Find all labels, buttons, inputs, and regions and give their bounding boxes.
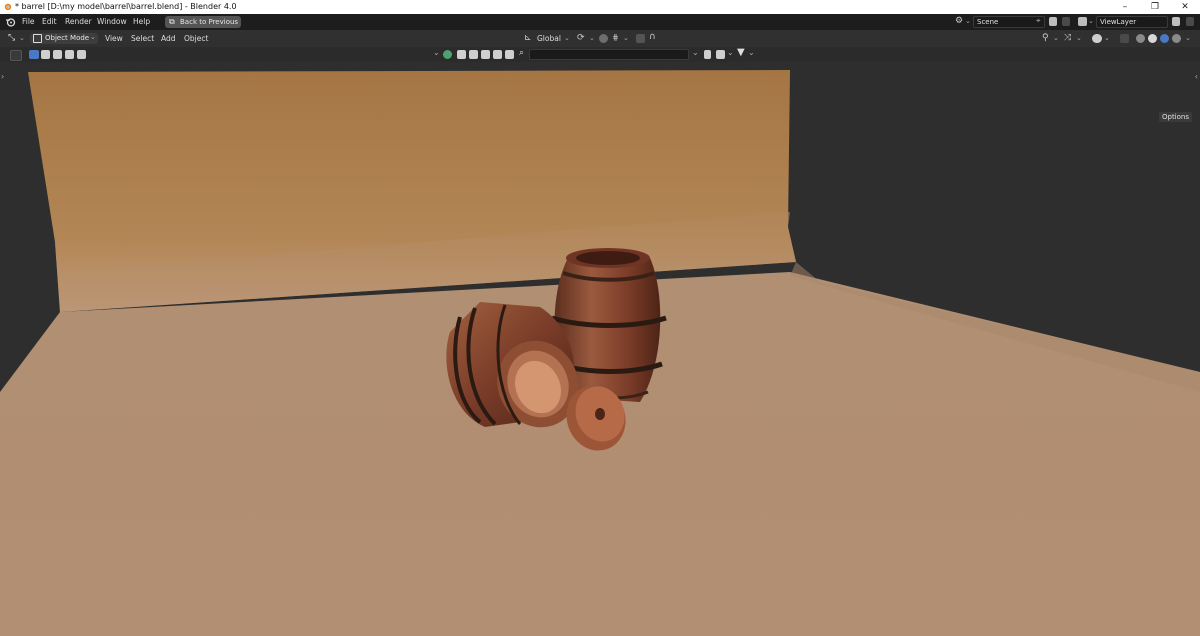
snap-chevron-icon[interactable]: ⌄ bbox=[623, 34, 629, 42]
visibility-icon[interactable]: ⚲ bbox=[1042, 33, 1049, 43]
header-menu-view[interactable]: View bbox=[105, 34, 123, 43]
select-extend-icon[interactable] bbox=[41, 50, 50, 59]
filter-light-icon[interactable] bbox=[493, 50, 502, 59]
scene-dropdown-chevron-icon[interactable]: ⌄ bbox=[965, 17, 971, 25]
viewport-header: ⤡ ⌄ Object Mode ⌄ View Select Add Object… bbox=[0, 30, 1200, 47]
filter-camera-icon[interactable] bbox=[481, 50, 490, 59]
search-options-chevron-icon[interactable]: ⌄ bbox=[692, 48, 699, 57]
rendered-shading-icon[interactable] bbox=[1172, 34, 1181, 43]
wireframe-shading-icon[interactable] bbox=[1136, 34, 1145, 43]
scene-icon[interactable]: ⚙ bbox=[955, 16, 963, 26]
maximize-button[interactable]: ❐ bbox=[1140, 0, 1170, 14]
overlays-icon[interactable] bbox=[1092, 34, 1102, 43]
blender-menu-icon[interactable] bbox=[5, 17, 16, 27]
back-to-previous-label: Back to Previous bbox=[180, 18, 239, 26]
viewport-scene[interactable] bbox=[0, 62, 1200, 636]
overlays-chevron-icon[interactable]: ⌄ bbox=[1104, 34, 1110, 42]
snap-target-icon[interactable]: ⋕ bbox=[612, 33, 619, 42]
new-view-layer-icon[interactable] bbox=[1172, 17, 1180, 26]
filter-chevron-icon[interactable]: ⌄ bbox=[433, 48, 440, 57]
editor-type-chevron-icon[interactable]: ⌄ bbox=[19, 34, 25, 42]
search-icon: ⌕ bbox=[519, 48, 525, 58]
menu-file[interactable]: File bbox=[22, 17, 35, 26]
minimize-button[interactable]: – bbox=[1110, 0, 1140, 14]
filter-funnel-chevron-icon[interactable]: ⌄ bbox=[748, 48, 755, 57]
filter-object-icon[interactable] bbox=[457, 50, 466, 59]
pivot-chevron-icon[interactable]: ⌄ bbox=[589, 34, 595, 42]
back-icon: ⧉ bbox=[169, 17, 175, 26]
delete-scene-icon[interactable] bbox=[1062, 17, 1070, 26]
tool-settings-bar: ⌄ ⌕ ⌄ ⌄ ▼ ⌄ bbox=[0, 47, 1200, 62]
orientation-dropdown[interactable]: Global bbox=[537, 34, 561, 43]
menu-edit[interactable]: Edit bbox=[42, 17, 57, 26]
pivot-point-icon[interactable]: ⟳ bbox=[577, 33, 585, 43]
select-intersect-icon[interactable] bbox=[77, 50, 86, 59]
mode-dropdown[interactable]: Object Mode ⌄ bbox=[30, 33, 98, 44]
xray-icon[interactable] bbox=[1120, 34, 1129, 43]
object-mode-icon bbox=[33, 34, 42, 43]
visibility-chevron-icon[interactable]: ⌄ bbox=[1053, 34, 1059, 42]
filter-other-icon[interactable] bbox=[505, 50, 514, 59]
toolbar-toggle-icon[interactable] bbox=[10, 50, 22, 61]
proportional-editing-icon[interactable] bbox=[636, 34, 645, 43]
header-menu-object[interactable]: Object bbox=[184, 34, 208, 43]
new-scene-icon[interactable] bbox=[1049, 17, 1057, 26]
close-button[interactable]: ✕ bbox=[1170, 0, 1200, 14]
filter-mesh-icon[interactable] bbox=[469, 50, 478, 59]
sort-chevron-icon[interactable]: ⌄ bbox=[727, 48, 734, 57]
delete-view-layer-icon[interactable] bbox=[1186, 17, 1194, 26]
menu-window[interactable]: Window bbox=[97, 17, 127, 26]
select-box-mode-icon[interactable] bbox=[29, 50, 39, 59]
orientation-icon[interactable]: ⊾ bbox=[524, 33, 532, 43]
gizmo-chevron-icon[interactable]: ⌄ bbox=[1076, 34, 1082, 42]
gizmo-icon[interactable]: ⤨ bbox=[1064, 33, 1071, 43]
toolbar-expand-arrow-icon[interactable]: › bbox=[1, 72, 4, 81]
view-layer-icon[interactable] bbox=[1078, 17, 1087, 26]
3d-viewport[interactable]: Options › ‹ bbox=[0, 62, 1200, 636]
falloff-icon[interactable]: ∩ bbox=[649, 32, 656, 42]
window-title: * barrel [D:\my model\barrel\barrel.blen… bbox=[15, 2, 237, 11]
sort-icon[interactable] bbox=[716, 50, 725, 59]
header-menu-select[interactable]: Select bbox=[131, 34, 154, 43]
back-to-previous-button[interactable]: ⧉ Back to Previous bbox=[165, 16, 241, 28]
solid-shading-icon[interactable] bbox=[1148, 34, 1157, 43]
mode-label: Object Mode bbox=[45, 34, 90, 42]
editor-type-icon[interactable]: ⤡ bbox=[8, 33, 15, 43]
view-layer-name-field[interactable]: ViewLayer bbox=[1096, 16, 1168, 28]
viewport-options-button[interactable]: Options bbox=[1158, 112, 1192, 122]
view-layer-chevron-icon[interactable]: ⌄ bbox=[1088, 17, 1094, 25]
filter-funnel-icon[interactable]: ▼ bbox=[737, 47, 745, 58]
menu-help[interactable]: Help bbox=[133, 17, 150, 26]
pin-icon[interactable]: ⌖ bbox=[1036, 16, 1041, 26]
blender-logo-icon bbox=[4, 3, 12, 11]
search-input[interactable] bbox=[529, 49, 689, 60]
header-menu-add[interactable]: Add bbox=[161, 34, 176, 43]
orientation-chevron-icon[interactable]: ⌄ bbox=[564, 34, 570, 42]
bookmark-icon[interactable] bbox=[704, 50, 711, 59]
select-difference-icon[interactable] bbox=[65, 50, 74, 59]
select-subtract-icon[interactable] bbox=[53, 50, 62, 59]
menu-render[interactable]: Render bbox=[65, 17, 92, 26]
outliner-filter-icon[interactable] bbox=[443, 50, 452, 59]
scene-name-field[interactable]: Scene bbox=[973, 16, 1045, 28]
top-menu-bar: File Edit Render Window Help ⧉ Back to P… bbox=[0, 14, 1200, 30]
mode-chevron-icon: ⌄ bbox=[90, 33, 96, 41]
title-bar: * barrel [D:\my model\barrel\barrel.blen… bbox=[0, 0, 1200, 14]
snap-toggle-icon[interactable] bbox=[599, 34, 608, 43]
sidebar-expand-arrow-icon[interactable]: ‹ bbox=[1195, 72, 1198, 81]
material-preview-shading-icon[interactable] bbox=[1160, 34, 1169, 43]
shading-chevron-icon[interactable]: ⌄ bbox=[1185, 34, 1191, 42]
